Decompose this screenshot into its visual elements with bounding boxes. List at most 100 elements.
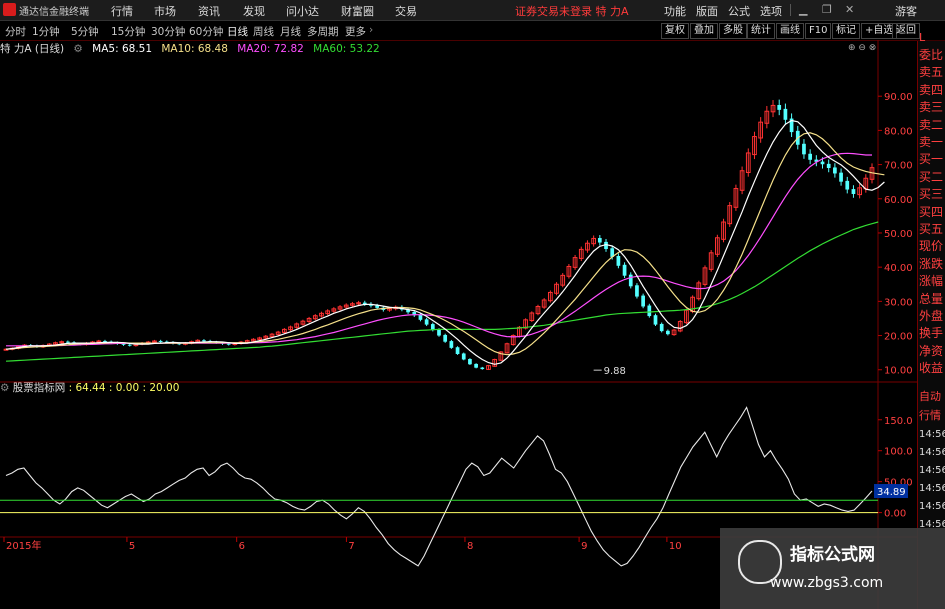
quote-field-label: 涨跌 xyxy=(919,256,944,271)
candle-body xyxy=(808,153,812,160)
watermark-url: www.zbgs3.com xyxy=(770,575,884,591)
indicator-tick-label: 100.0 xyxy=(884,447,913,458)
price-tick-label: 10.00 xyxy=(884,366,913,377)
candle-body xyxy=(783,108,788,120)
candle-body xyxy=(647,305,652,317)
x-tick-label: 2015年 xyxy=(6,539,41,552)
period-tab-5min[interactable]: 5分钟 xyxy=(71,24,99,39)
quote-field-label: 卖二 xyxy=(919,117,944,132)
period-tab-monthly[interactable]: 月线 xyxy=(280,24,301,39)
quote-field-label: 买五 xyxy=(919,222,944,236)
ma60-label: MA60: 53.22 xyxy=(313,43,380,55)
stock-chart[interactable]: 90.0080.0070.0060.0050.0040.0030.0020.00… xyxy=(0,40,917,609)
quote-field-label: 买一 xyxy=(919,152,944,167)
indicator-values: : 64.44 : 0.00 : 20.00 xyxy=(68,382,180,394)
period-tab-30min[interactable]: 30分钟 xyxy=(151,24,185,39)
candle-body xyxy=(375,305,379,308)
x-tick-label: 7 xyxy=(348,541,354,552)
statistics-button[interactable]: 统计 xyxy=(747,23,775,39)
indicator-current-value: 34.89 xyxy=(877,487,906,498)
price-tick-label: 70.00 xyxy=(884,161,913,172)
minimize-icon[interactable]: ▁ xyxy=(799,3,807,16)
overlay-button[interactable]: 叠加 xyxy=(690,23,718,39)
panel-tag: L xyxy=(919,31,926,44)
menu-item-market[interactable]: 市场 xyxy=(154,3,176,19)
x-tick-label: 6 xyxy=(239,541,245,552)
menu-item-market-quotes[interactable]: 行情 xyxy=(111,3,133,19)
back-button[interactable]: 返回 xyxy=(892,23,920,39)
chevron-right-icon[interactable]: › xyxy=(369,24,373,36)
quote-field-label: 外盘 xyxy=(919,309,944,323)
period-tab-60min[interactable]: 60分钟 xyxy=(189,24,223,39)
indicator-settings-icon[interactable]: ⚙ xyxy=(0,382,9,394)
candle-body xyxy=(641,295,645,307)
quote-field-label: 卖一 xyxy=(919,135,944,149)
pane-control-icons[interactable]: ⊕ ⊖ ⊗ xyxy=(848,43,876,53)
adjust-button[interactable]: 复权 xyxy=(661,23,689,39)
candle-body xyxy=(424,319,429,325)
period-tab-1min[interactable]: 1分钟 xyxy=(32,24,60,39)
period-tab-more[interactable]: 更多 xyxy=(345,24,366,39)
x-tick-label: 8 xyxy=(467,541,473,552)
period-tab-15min[interactable]: 15分钟 xyxy=(111,24,145,39)
candle-body xyxy=(437,329,441,336)
menu-item-trade[interactable]: 交易 xyxy=(395,3,417,19)
price-tick-label: 80.00 xyxy=(884,126,913,137)
tab-auto[interactable]: 自动 xyxy=(919,387,945,406)
mark-button[interactable]: 标记 xyxy=(832,23,860,39)
candle-body xyxy=(202,340,206,342)
candle-body xyxy=(826,163,831,168)
multi-stock-button[interactable]: 多股 xyxy=(719,23,747,39)
ma20-label: MA20: 72.82 xyxy=(237,43,304,55)
candle-body xyxy=(158,340,163,342)
menu-item-discover[interactable]: 发现 xyxy=(243,3,265,19)
restore-icon[interactable]: ❐ xyxy=(822,3,832,16)
quote-panel: L 委比 卖五 卖四 卖三 卖二 卖一 买一 买二 买三 买四 买五 现价 涨跌 涨幅 总量 外盘 换手 净资 收益… xyxy=(917,31,945,609)
period-toolbar: 分时 1分钟 5分钟 15分钟 30分钟 60分钟 日线 周线 月线 多周期 更… xyxy=(0,21,945,41)
candle-body xyxy=(666,330,670,335)
quote-field-label: 总量 xyxy=(919,291,944,306)
tick-time: 14:56 xyxy=(919,483,945,494)
menu-item-news[interactable]: 资讯 xyxy=(198,3,220,19)
candle-body xyxy=(461,353,466,360)
guest-user[interactable]: 游客 xyxy=(895,3,917,19)
period-tab-daily[interactable]: 日线 xyxy=(227,24,248,39)
ma10-line xyxy=(5,132,885,356)
candle-body xyxy=(845,180,850,190)
settings-icon[interactable]: ⚙ xyxy=(73,43,82,55)
x-tick-label: 5 xyxy=(129,541,135,552)
quote-field-label: 买四 xyxy=(919,204,944,219)
tab-quotes[interactable]: 行情 xyxy=(919,406,945,425)
menu-item-layout[interactable]: 版面 xyxy=(696,3,718,19)
price-tick-label: 20.00 xyxy=(884,332,913,343)
period-tab-multi[interactable]: 多周期 xyxy=(307,24,339,39)
menu-item-wealth[interactable]: 财富圈 xyxy=(341,3,374,19)
candle-body xyxy=(777,104,782,110)
ma10-label: MA10: 68.48 xyxy=(161,43,228,55)
candle-body xyxy=(628,274,633,287)
menu-item-functions[interactable]: 功能 xyxy=(664,3,686,19)
candle-body xyxy=(443,334,448,342)
menu-item-ask[interactable]: 问小达 xyxy=(286,3,319,19)
period-tab-intraday[interactable]: 分时 xyxy=(5,24,26,39)
close-icon[interactable]: ✕ xyxy=(845,3,854,16)
candle-body xyxy=(449,341,454,348)
indicator-header: ⚙ 股票指标网 : 64.44 : 0.00 : 20.00 xyxy=(0,380,179,395)
price-tick-label: 90.00 xyxy=(884,92,913,103)
f10-button[interactable]: F10 xyxy=(805,23,832,39)
tick-time: 14:56 xyxy=(919,465,945,476)
quote-field-label: 买二 xyxy=(919,169,944,184)
x-tick-label: 9 xyxy=(581,541,587,552)
candle-body xyxy=(839,172,843,182)
quote-field-label: 卖三 xyxy=(919,100,944,115)
price-header: 特 力A (日线) ⚙ MA5: 68.51 MA10: 68.48 MA20:… xyxy=(0,41,880,57)
price-tick-label: 40.00 xyxy=(884,263,913,274)
period-tab-weekly[interactable]: 周线 xyxy=(253,24,274,39)
menu-item-options[interactable]: 选项 xyxy=(760,3,782,19)
draw-line-button[interactable]: 画线 xyxy=(776,23,804,39)
candle-body xyxy=(468,359,472,365)
candle-body xyxy=(455,347,460,355)
indicator-tick-label: 0.00 xyxy=(884,509,906,520)
tick-time: 14:56 xyxy=(919,447,945,458)
menu-item-formula[interactable]: 公式 xyxy=(728,3,750,19)
